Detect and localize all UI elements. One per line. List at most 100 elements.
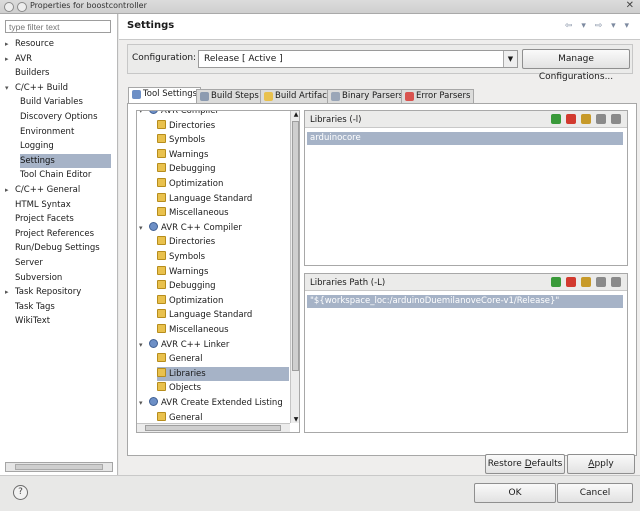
tool-tree-item-label: General bbox=[169, 354, 203, 365]
window-menu-icon[interactable] bbox=[4, 2, 14, 12]
sidebar-item-label: C/C++ General bbox=[15, 185, 81, 195]
delete-icon[interactable] bbox=[566, 114, 576, 124]
move-down-icon[interactable] bbox=[611, 277, 621, 287]
tab-build-steps[interactable]: Build Steps bbox=[196, 89, 263, 103]
sidebar-item-builders[interactable]: Builders bbox=[5, 66, 111, 80]
sidebar-item-server[interactable]: Server bbox=[5, 256, 111, 270]
folder-icon bbox=[157, 294, 166, 304]
folder-icon bbox=[157, 309, 166, 319]
sidebar-item-project-facets[interactable]: Project Facets bbox=[5, 212, 111, 226]
sidebar-item-logging[interactable]: Logging bbox=[20, 139, 111, 153]
list-item[interactable]: "${workspace_loc:/arduinoDuemilanoveCore… bbox=[307, 295, 623, 308]
scroll-down-icon[interactable]: ▼ bbox=[292, 416, 299, 423]
chevron-down-icon[interactable]: ▾ bbox=[139, 396, 149, 410]
sidebar-item-task-repository[interactable]: ▸ Task Repository bbox=[5, 285, 111, 299]
add-icon[interactable] bbox=[551, 277, 561, 287]
tab-error-parsers[interactable]: Error Parsers bbox=[401, 89, 475, 103]
sidebar-item-html-syntax[interactable]: HTML Syntax bbox=[5, 198, 111, 212]
scrollbar-thumb[interactable] bbox=[292, 121, 299, 371]
edit-icon[interactable] bbox=[581, 114, 591, 124]
tool-tree-item-symbols[interactable]: Symbols bbox=[157, 250, 289, 264]
sidebar-item-environment[interactable]: Environment bbox=[20, 125, 111, 139]
tool-tree-item-label: Miscellaneous bbox=[169, 325, 229, 335]
tool-tree-item-optimization[interactable]: Optimization bbox=[157, 177, 289, 191]
sidebar-item-discovery-options[interactable]: Discovery Options bbox=[20, 110, 111, 124]
tool-tree-item-directories[interactable]: Directories bbox=[157, 235, 289, 249]
tool-tree-item-debugging[interactable]: Debugging bbox=[157, 279, 289, 293]
close-icon[interactable]: ✕ bbox=[626, 0, 634, 11]
chevron-down-icon[interactable]: ▾ bbox=[139, 111, 149, 118]
move-down-icon[interactable] bbox=[611, 114, 621, 124]
tool-tree-horizontal-scrollbar[interactable] bbox=[137, 423, 290, 432]
ok-button[interactable]: OK bbox=[474, 483, 556, 503]
tool-tree-item-symbols[interactable]: Symbols bbox=[157, 133, 289, 147]
sidebar-item-project-references[interactable]: Project References bbox=[5, 227, 111, 241]
tool-tree-item-optimization[interactable]: Optimization bbox=[157, 294, 289, 308]
tool-tree-item-libraries[interactable]: Libraries bbox=[157, 366, 289, 381]
chevron-down-icon[interactable]: ▼ bbox=[503, 51, 517, 67]
delete-icon[interactable] bbox=[566, 277, 576, 287]
chevron-right-icon[interactable]: ▸ bbox=[5, 37, 15, 51]
sidebar-item-label: Server bbox=[15, 258, 43, 268]
sidebar-item-tool-chain-editor[interactable]: Tool Chain Editor bbox=[20, 168, 111, 182]
tool-tree-item-avr-create-extended-listing[interactable]: ▾ AVR Create Extended Listing bbox=[137, 396, 289, 410]
tab-build-artifact[interactable]: Build Artifact bbox=[260, 89, 335, 103]
sidebar-item-settings[interactable]: Settings bbox=[20, 153, 111, 168]
tool-tree-item-avr-c-linker[interactable]: ▾ AVR C++ Linker bbox=[137, 338, 289, 352]
tool-tree-item-avr-compiler[interactable]: ▾ AVR Compiler bbox=[137, 111, 289, 118]
restore-defaults-button[interactable]: Restore Defaults bbox=[485, 454, 565, 474]
chevron-down-icon[interactable]: ▾ bbox=[139, 338, 149, 352]
sidebar-item-wikitext[interactable]: WikiText bbox=[5, 314, 111, 328]
tab-binary-parsers[interactable]: Binary Parsers bbox=[327, 89, 408, 103]
move-up-icon[interactable] bbox=[596, 277, 606, 287]
manage-configurations-button[interactable]: Manage Configurations... bbox=[522, 49, 630, 82]
tool-tree-item-general[interactable]: General bbox=[157, 352, 289, 366]
configuration-select[interactable]: Release [ Active ] ▼ bbox=[198, 50, 518, 68]
apply-button[interactable]: Apply bbox=[567, 454, 635, 474]
restore-defaults-label: Restore bbox=[487, 459, 525, 469]
tool-tree-item-miscellaneous[interactable]: Miscellaneous bbox=[157, 323, 289, 337]
edit-icon[interactable] bbox=[581, 277, 591, 287]
sidebar-item-build-variables[interactable]: Build Variables bbox=[20, 95, 111, 109]
cancel-button[interactable]: Cancel bbox=[557, 483, 633, 503]
tool-tree-item-miscellaneous[interactable]: Miscellaneous bbox=[157, 206, 289, 220]
list-item[interactable]: arduinocore bbox=[307, 132, 623, 145]
chevron-down-icon[interactable]: ▾ bbox=[139, 221, 149, 235]
tool-tree-item-objects[interactable]: Objects bbox=[157, 381, 289, 395]
filter-input[interactable] bbox=[5, 20, 111, 33]
window-minimize-icon[interactable] bbox=[17, 2, 27, 12]
folder-icon bbox=[157, 280, 166, 290]
tool-tree-item-warnings[interactable]: Warnings bbox=[157, 265, 289, 279]
folder-icon bbox=[157, 411, 166, 421]
settings-header: Settings ⇦ ▾ ⇨ ▾ ▾ bbox=[119, 14, 640, 40]
sidebar-horizontal-scrollbar[interactable] bbox=[5, 462, 113, 472]
chevron-right-icon[interactable]: ▸ bbox=[5, 183, 15, 197]
scrollbar-thumb[interactable] bbox=[15, 464, 103, 470]
sidebar-item-avr[interactable]: ▸ AVR bbox=[5, 52, 111, 66]
sidebar-item-run-debug-settings[interactable]: Run/Debug Settings bbox=[5, 241, 111, 255]
tool-tree-item-language-standard[interactable]: Language Standard bbox=[157, 192, 289, 206]
sidebar-item-subversion[interactable]: Subversion bbox=[5, 271, 111, 285]
sidebar-item-c-c-build[interactable]: ▾ C/C++ Build bbox=[5, 81, 111, 95]
tool-tree-vertical-scrollbar[interactable]: ▲ ▼ bbox=[290, 111, 299, 423]
tab-tool-settings[interactable]: Tool Settings bbox=[128, 87, 202, 104]
tool-tree-item-warnings[interactable]: Warnings bbox=[157, 148, 289, 162]
sidebar-item-task-tags[interactable]: Task Tags bbox=[5, 300, 111, 314]
chevron-down-icon[interactable]: ▾ bbox=[5, 81, 15, 95]
libraries-path-toolbar bbox=[546, 277, 621, 290]
scrollbar-thumb[interactable] bbox=[145, 425, 281, 431]
tool-tree-item-debugging[interactable]: Debugging bbox=[157, 162, 289, 176]
move-up-icon[interactable] bbox=[596, 114, 606, 124]
chevron-right-icon[interactable]: ▸ bbox=[5, 285, 15, 299]
help-icon[interactable]: ? bbox=[13, 485, 28, 500]
scroll-up-icon[interactable]: ▲ bbox=[292, 111, 299, 118]
add-icon[interactable] bbox=[551, 114, 561, 124]
chevron-right-icon[interactable]: ▸ bbox=[5, 52, 15, 66]
back-forward-icon[interactable]: ⇦ ▾ ⇨ ▾ ▾ bbox=[565, 21, 632, 31]
sidebar-item-resource[interactable]: ▸ Resource bbox=[5, 37, 111, 51]
sidebar-item-c-c-general[interactable]: ▸ C/C++ General bbox=[5, 183, 111, 197]
tool-tree-item-directories[interactable]: Directories bbox=[157, 119, 289, 133]
libraries-toolbar bbox=[546, 114, 621, 127]
tool-tree-item-language-standard[interactable]: Language Standard bbox=[157, 308, 289, 322]
tool-tree-item-avr-c-compiler[interactable]: ▾ AVR C++ Compiler bbox=[137, 221, 289, 235]
